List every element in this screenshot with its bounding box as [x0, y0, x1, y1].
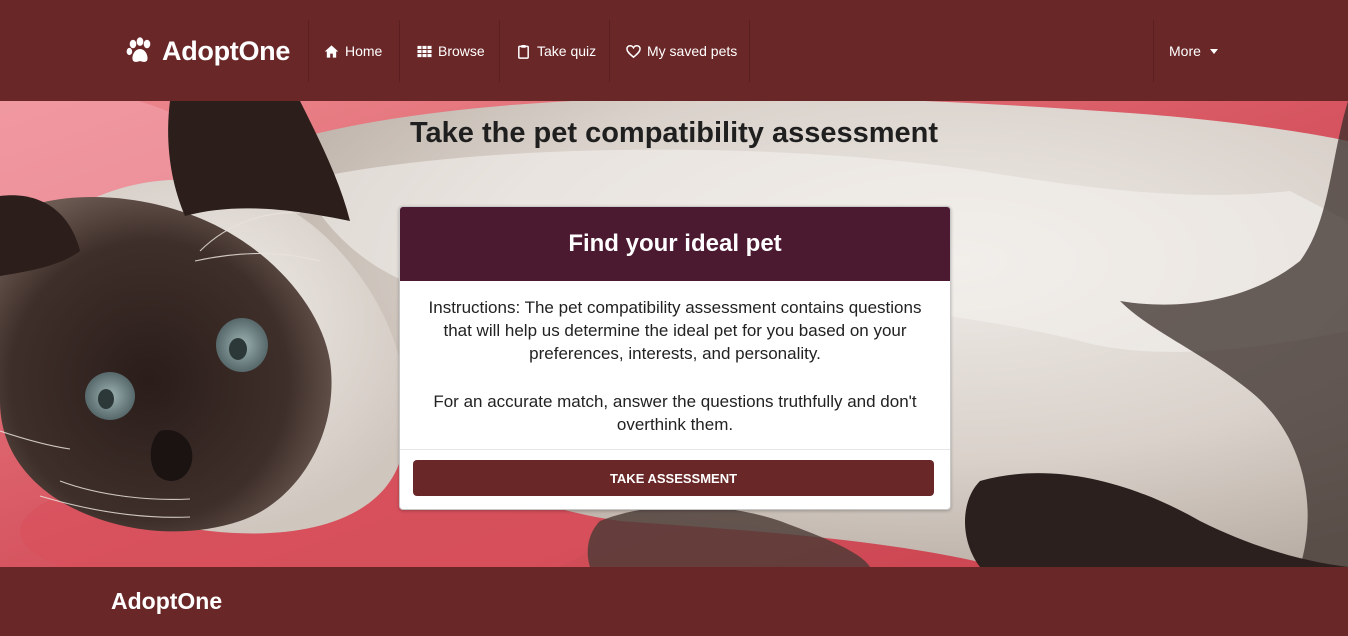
- take-assessment-button[interactable]: TAKE ASSESSMENT: [413, 460, 934, 496]
- footer-brand: AdoptOne: [111, 588, 223, 614]
- nav-more-dropdown[interactable]: More: [1169, 20, 1218, 82]
- card-footer: TAKE ASSESSMENT: [400, 450, 950, 506]
- nav-browse-label: Browse: [438, 43, 485, 59]
- caret-down-icon: [1209, 48, 1218, 54]
- nav-divider: [499, 20, 500, 82]
- heart-icon: [626, 44, 641, 58]
- nav-divider: [1153, 20, 1154, 82]
- grid-icon: [417, 45, 432, 57]
- paw-icon: [126, 37, 151, 62]
- home-icon: [324, 44, 339, 58]
- nav-divider: [609, 20, 610, 82]
- nav-saved-pets-label: My saved pets: [647, 43, 738, 59]
- nav-take-quiz-label: Take quiz: [537, 43, 597, 59]
- page-footer: AdoptOne: [0, 567, 1348, 636]
- card-title: Find your ideal pet: [400, 207, 950, 281]
- accuracy-note-text: For an accurate match, answer the questi…: [433, 392, 917, 434]
- nav-divider: [749, 20, 750, 82]
- nav-home[interactable]: Home: [324, 20, 382, 82]
- nav-home-label: Home: [345, 43, 383, 59]
- nav-browse[interactable]: Browse: [417, 20, 485, 82]
- brand-name: AdoptOne: [162, 35, 291, 66]
- top-navbar: AdoptOne Home Browse Take quiz My saved …: [0, 0, 1348, 101]
- hero-section: Take the pet compatibility assessment Fi…: [0, 101, 1348, 567]
- card-body: Instructions: The pet compatibility asse…: [400, 281, 950, 450]
- nav-divider: [399, 20, 400, 82]
- nav-divider: [308, 20, 309, 82]
- nav-take-quiz[interactable]: Take quiz: [516, 20, 596, 82]
- assessment-card: Find your ideal pet Instructions: The pe…: [399, 206, 951, 510]
- clipboard-icon: [518, 44, 529, 59]
- page-title: Take the pet compatibility assessment: [409, 117, 939, 149]
- nav-more-label: More: [1169, 43, 1201, 59]
- brand-link[interactable]: AdoptOne: [126, 32, 290, 70]
- instructions-text: Instructions: The pet compatibility asse…: [428, 298, 922, 363]
- nav-saved-pets[interactable]: My saved pets: [626, 20, 737, 82]
